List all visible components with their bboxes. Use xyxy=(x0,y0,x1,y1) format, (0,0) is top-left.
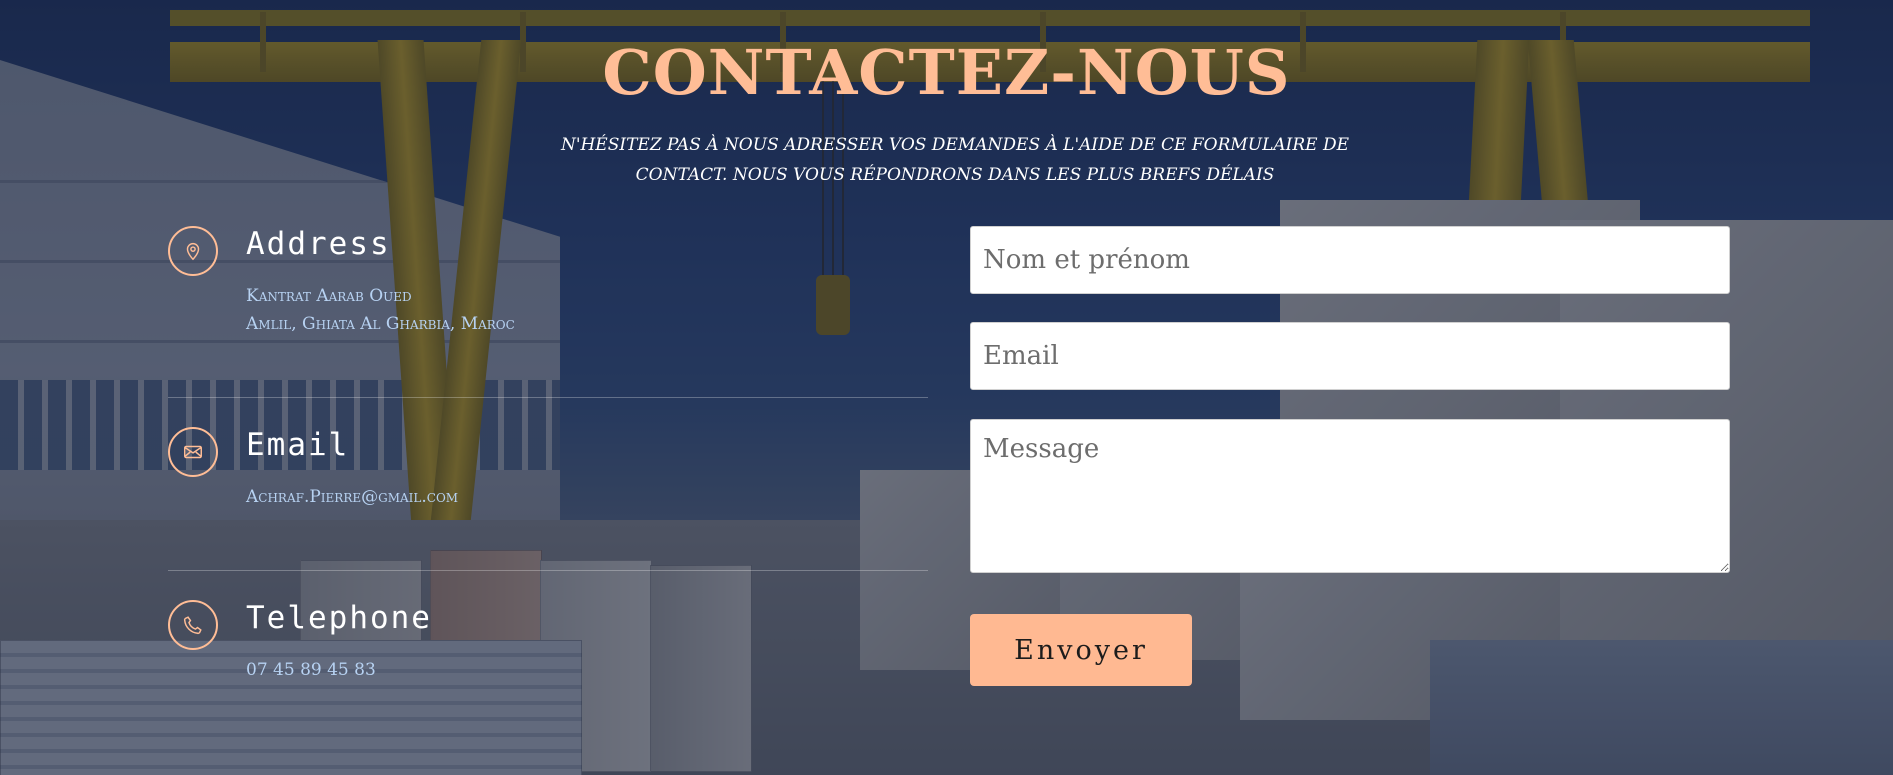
divider xyxy=(168,397,928,398)
page-title: CONTACTEZ-NOUS xyxy=(602,36,1291,109)
name-input[interactable] xyxy=(970,226,1730,294)
address-line-1: Kantrat Aarab Oued xyxy=(246,286,412,306)
address-line-2: Amlil, Ghiata Al Gharbia, Maroc xyxy=(246,314,515,334)
phone-icon xyxy=(168,600,218,650)
telephone-title: Telephone xyxy=(246,600,432,636)
envelope-icon xyxy=(168,427,218,477)
email-title: Email xyxy=(246,427,350,463)
divider xyxy=(168,570,928,571)
address-title: Address xyxy=(246,226,391,262)
telephone-block: Telephone 07 45 89 45 83 xyxy=(168,600,928,690)
location-pin-icon xyxy=(168,226,218,276)
address-block: Address Kantrat Aarab Oued Amlil, Ghiata… xyxy=(168,226,928,346)
message-textarea[interactable] xyxy=(970,419,1730,573)
send-button[interactable]: Envoyer xyxy=(970,614,1192,686)
page-subtitle: N'hésitez pas à nous adresser vos demand… xyxy=(560,135,1350,185)
telephone-value[interactable]: 07 45 89 45 83 xyxy=(246,656,376,684)
email-block: Email Achraf.Pierre@gmail.com xyxy=(168,427,928,517)
email-value[interactable]: Achraf.Pierre@gmail.com xyxy=(246,483,458,511)
email-input[interactable] xyxy=(970,322,1730,390)
